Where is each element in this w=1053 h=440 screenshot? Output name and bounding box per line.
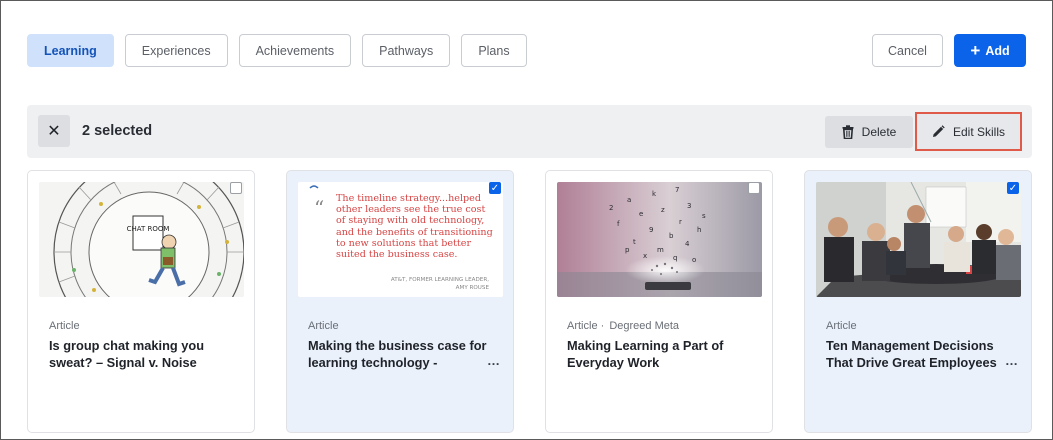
- card-title[interactable]: Ten Management Decisions That Drive Grea…: [826, 337, 1006, 371]
- card-type-line: Article · Degreed Meta: [567, 320, 679, 332]
- card-type: Article: [308, 320, 339, 332]
- card-title[interactable]: Making the business case for learning te…: [308, 337, 488, 371]
- svg-text:“: “: [314, 196, 324, 220]
- selection-bar: ✕ 2 selected Delete Edit Skills: [27, 105, 1032, 158]
- delete-button-label: Delete: [861, 125, 897, 139]
- chat-room-cartoon-image: CHAT ROOM: [39, 182, 244, 297]
- content-type-tabs: Learning Experiences Achievements Pathwa…: [27, 34, 527, 67]
- svg-text:z: z: [661, 206, 665, 214]
- close-icon: ✕: [47, 123, 61, 140]
- add-button[interactable]: + Add: [954, 34, 1026, 67]
- card-select-checkbox[interactable]: ✓: [1007, 182, 1019, 194]
- quote-attribution-line1: AT&T, FORMER LEARNING LEADER,: [390, 277, 489, 283]
- svg-text:9: 9: [649, 226, 653, 234]
- svg-text:4: 4: [685, 240, 690, 248]
- tab-achievements[interactable]: Achievements: [238, 34, 352, 67]
- learning-card[interactable]: CHAT ROOM Article Is group chat making y…: [27, 170, 255, 433]
- card-select-checkbox[interactable]: [230, 182, 242, 194]
- quote-attribution-line2: AMY ROUSE: [455, 284, 489, 291]
- svg-text:q: q: [673, 254, 677, 262]
- card-select-checkbox[interactable]: ✓: [489, 182, 501, 194]
- card-thumbnail: CHAT ROOM: [39, 182, 244, 297]
- svg-text:p: p: [625, 246, 630, 254]
- more-options-icon[interactable]: …: [487, 353, 501, 368]
- card-type: Article: [49, 320, 80, 332]
- svg-text:7: 7: [675, 186, 679, 194]
- checkmark-icon: ✓: [1008, 182, 1018, 194]
- edit-skills-label: Edit Skills: [952, 124, 1005, 139]
- svg-text:o: o: [692, 256, 696, 264]
- trash-icon: [842, 125, 854, 139]
- svg-text:a: a: [627, 196, 631, 204]
- learning-card[interactable]: “ The timeline strategy...helped other l…: [286, 170, 514, 433]
- svg-text:h: h: [697, 226, 701, 234]
- tab-experiences[interactable]: Experiences: [124, 34, 228, 67]
- learning-card[interactable]: ak73 ezrf 9bt4 mxqh 2spo Article · Degre…: [545, 170, 773, 433]
- tab-pathways[interactable]: Pathways: [362, 34, 451, 67]
- card-select-checkbox[interactable]: [748, 182, 760, 194]
- learning-card[interactable]: ✓ Article Ten Management Decisions That …: [804, 170, 1032, 433]
- delete-button[interactable]: Delete: [825, 116, 913, 148]
- svg-text:b: b: [669, 232, 674, 240]
- card-title[interactable]: Is group chat making you sweat? – Signal…: [49, 337, 229, 371]
- card-source: Degreed Meta: [609, 320, 680, 332]
- svg-text:t: t: [633, 238, 636, 246]
- add-button-label: Add: [985, 43, 1010, 58]
- plus-icon: +: [970, 41, 981, 60]
- tab-learning[interactable]: Learning: [27, 34, 114, 67]
- card-thumbnail: ak73 ezrf 9bt4 mxqh 2spo: [557, 182, 762, 297]
- checkmark-icon: ✓: [490, 182, 500, 194]
- quote-text: The timeline strategy...helped other lea…: [336, 193, 493, 261]
- svg-text:3: 3: [687, 202, 691, 210]
- svg-text:s: s: [702, 212, 706, 220]
- card-type: Article ·: [567, 320, 605, 332]
- card-thumbnail: “ The timeline strategy...helped other l…: [298, 182, 503, 297]
- card-thumbnail: [816, 182, 1021, 297]
- chat-room-sign-text: CHAT ROOM: [127, 225, 170, 233]
- edit-skills-button[interactable]: Edit Skills: [915, 112, 1022, 151]
- clear-selection-button[interactable]: ✕: [38, 115, 70, 147]
- svg-text:e: e: [639, 210, 643, 218]
- card-title[interactable]: Making Learning a Part of Everyday Work: [567, 337, 747, 371]
- svg-text:m: m: [657, 246, 664, 254]
- svg-text:r: r: [679, 218, 682, 226]
- pencil-icon: [932, 125, 945, 137]
- cancel-button[interactable]: Cancel: [872, 34, 943, 67]
- more-options-icon[interactable]: …: [1005, 353, 1019, 368]
- card-type: Article: [826, 320, 857, 332]
- office-meeting-photo: [816, 182, 1021, 297]
- phone-letters-photo: ak 73 e zrf 9bt 4 mx qh 2spo: [557, 182, 762, 297]
- svg-text:x: x: [643, 252, 647, 260]
- selected-count: 2 selected: [82, 123, 153, 139]
- svg-text:2: 2: [609, 204, 613, 212]
- tab-plans[interactable]: Plans: [461, 34, 527, 67]
- quote-attribution: AT&T, FORMER LEARNING LEADER, AMY ROUSE: [329, 277, 489, 292]
